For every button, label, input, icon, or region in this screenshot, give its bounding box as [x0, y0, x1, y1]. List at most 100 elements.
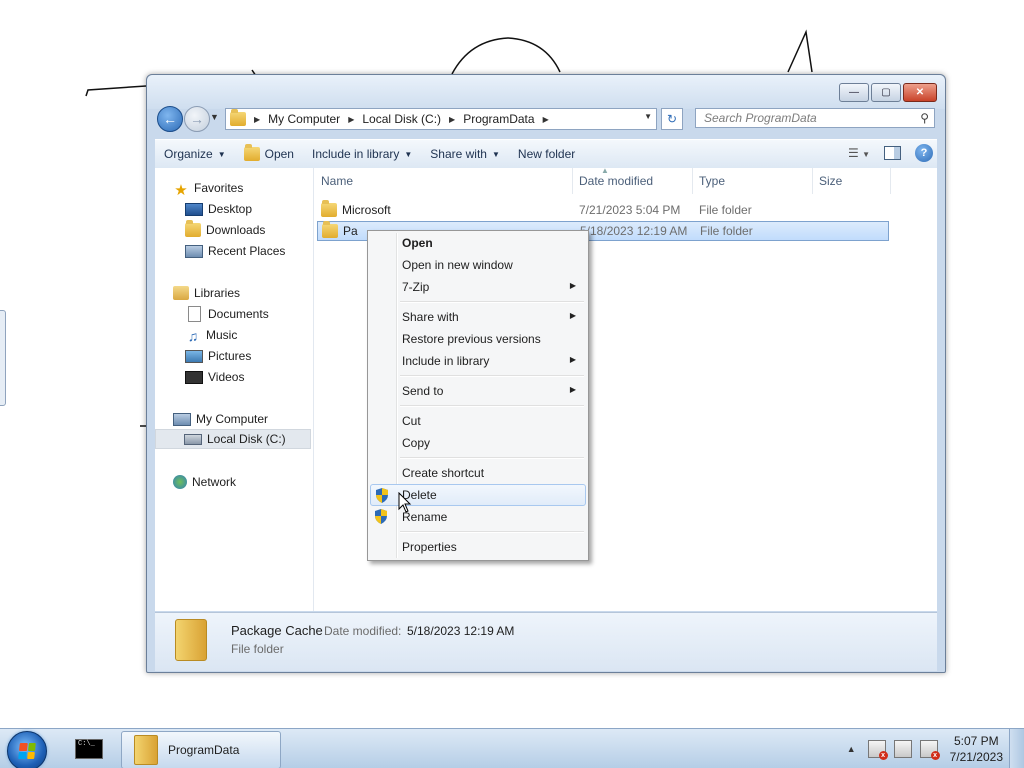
forward-button[interactable]: → — [184, 106, 210, 132]
submenu-arrow-icon: ▶ — [569, 281, 576, 290]
include-in-library-button[interactable]: Include in library ▼ — [303, 140, 421, 168]
nav-label: Favorites — [194, 181, 244, 195]
details-pane: Package Cache Date modified: 5/18/2023 1… — [155, 612, 937, 671]
recent-places-icon — [185, 244, 203, 258]
nav-libraries[interactable]: Libraries — [173, 283, 329, 303]
column-header-name[interactable]: Name — [315, 168, 573, 194]
menu-item-properties[interactable]: Properties — [370, 536, 586, 558]
details-modified-value: 5/18/2023 12:19 AM — [407, 624, 515, 638]
share-label: Share with — [430, 147, 487, 161]
new-folder-label: New folder — [517, 147, 576, 161]
start-button[interactable] — [7, 731, 47, 768]
nav-label: Downloads — [206, 223, 266, 237]
navigation-pane: ★ Favorites Desktop Downloads Recent Plac… — [155, 168, 314, 611]
uac-shield-icon — [375, 509, 387, 524]
menu-item-7zip[interactable]: 7-Zip ▶ — [370, 276, 586, 298]
taskbar-explorer-button[interactable]: ProgramData — [121, 731, 281, 768]
nav-favorites[interactable]: ★ Favorites — [173, 178, 329, 199]
details-modified-label: Date modified: — [324, 624, 402, 638]
menu-item-send-to[interactable]: Send to ▶ — [370, 380, 586, 402]
breadcrumb-local-disk[interactable]: Local Disk (C:) ▶ — [362, 112, 463, 126]
folder-icon — [134, 735, 158, 765]
nav-network[interactable]: Network — [173, 472, 329, 492]
show-desktop-button[interactable] — [1009, 729, 1024, 768]
column-header-type[interactable]: Type — [693, 168, 813, 194]
recent-pages-dropdown[interactable]: ▼ — [210, 112, 219, 122]
column-header-date[interactable]: Date modified — [573, 168, 693, 194]
search-icon[interactable]: ⚲ — [920, 111, 929, 125]
taskbar-cmd-button[interactable]: C:\_ — [66, 731, 112, 767]
action-center-flag-icon[interactable]: x — [867, 740, 888, 760]
include-label: Include in library — [311, 147, 400, 161]
address-bar[interactable]: ▶ My Computer ▶ Local Disk (C:) ▶ ProgramD… — [225, 108, 657, 130]
clock[interactable]: 5:07 PM 7/21/2023 — [950, 733, 1003, 765]
command-bar: Organize ▼ Open Include in library ▼ Share… — [155, 139, 937, 169]
menu-item-open[interactable]: Open — [370, 232, 586, 254]
star-icon: ★ — [174, 182, 188, 199]
breadcrumb-label: Local Disk (C:) — [362, 112, 442, 126]
menu-label: Create shortcut — [402, 466, 485, 480]
open-button[interactable]: Open — [235, 140, 303, 168]
menu-item-create-shortcut[interactable]: Create shortcut — [370, 462, 586, 484]
menu-item-open-new-window[interactable]: Open in new window — [370, 254, 586, 276]
view-controls: ☰ ▼ ? — [848, 144, 933, 162]
change-view-icon[interactable]: ☰ ▼ — [848, 146, 870, 160]
menu-label: Include in library — [402, 354, 490, 368]
menu-item-share-with[interactable]: Share with ▶ — [370, 306, 586, 328]
nav-local-disk[interactable]: Local Disk (C:) — [155, 429, 311, 449]
network-status-icon[interactable] — [893, 740, 912, 758]
nav-my-computer[interactable]: My Computer — [173, 409, 329, 429]
nav-label: Pictures — [208, 349, 252, 363]
help-icon[interactable]: ? — [915, 144, 933, 162]
menu-item-restore-previous-versions[interactable]: Restore previous versions — [370, 328, 586, 350]
breadcrumb-root-arrow[interactable]: ▶ — [252, 115, 268, 124]
mouse-pointer-icon — [398, 492, 412, 513]
minimize-button[interactable]: — — [839, 83, 869, 102]
menu-label: Properties — [402, 540, 457, 554]
submenu-arrow-icon: ▶ — [569, 385, 576, 394]
volume-muted-icon[interactable]: x — [919, 740, 940, 760]
preview-pane-icon[interactable] — [884, 146, 901, 160]
title-bar[interactable] — [147, 75, 945, 109]
menu-label: Open — [402, 236, 433, 250]
back-button[interactable]: ← — [157, 106, 183, 132]
file-name: Microsoft — [342, 203, 391, 217]
network-icon — [173, 475, 187, 489]
offscreen-window-edge[interactable] — [0, 310, 6, 406]
music-icon: ♫ — [187, 328, 199, 344]
refresh-button[interactable]: ↻ — [661, 108, 683, 130]
breadcrumb-my-computer[interactable]: My Computer ▶ — [268, 112, 362, 126]
menu-item-cut[interactable]: Cut — [370, 410, 586, 432]
menu-separator — [400, 531, 584, 533]
new-folder-button[interactable]: New folder — [509, 140, 584, 168]
share-with-button[interactable]: Share with ▼ — [421, 140, 509, 168]
documents-icon — [188, 306, 201, 322]
menu-separator — [400, 457, 584, 459]
chevron-down-icon: ▼ — [491, 149, 500, 159]
logo-pane — [19, 743, 28, 751]
column-header-size[interactable]: Size — [813, 168, 891, 194]
breadcrumb-label: ProgramData — [463, 112, 535, 126]
maximize-button[interactable]: ▢ — [871, 83, 901, 102]
breadcrumb-label: My Computer — [268, 112, 341, 126]
logo-pane — [18, 751, 27, 759]
nav-label: Recent Places — [208, 244, 286, 258]
breadcrumb-programdata[interactable]: ProgramData ▶ — [463, 112, 557, 126]
close-button[interactable]: ✕ — [903, 83, 937, 102]
folder-icon — [230, 109, 246, 126]
organize-button[interactable]: Organize ▼ — [155, 140, 235, 168]
menu-item-copy[interactable]: Copy — [370, 432, 586, 454]
error-badge-icon: x — [878, 751, 888, 760]
uac-shield-icon — [376, 488, 388, 503]
file-row[interactable]: Microsoft 7/21/2023 5:04 PM File folder — [317, 200, 889, 220]
address-dropdown-icon[interactable]: ▼ — [644, 112, 652, 121]
windows-logo-icon — [18, 743, 36, 759]
menu-separator — [400, 375, 584, 377]
nav-label: Desktop — [208, 202, 253, 216]
search-input[interactable]: Search ProgramData ⚲ — [695, 108, 935, 128]
clock-time: 5:07 PM — [953, 734, 999, 748]
show-hidden-icons-icon[interactable]: ▲ — [847, 744, 856, 754]
menu-item-include-in-library[interactable]: Include in library ▶ — [370, 350, 586, 372]
open-folder-icon — [243, 144, 260, 161]
clock-date: 7/21/2023 — [949, 750, 1003, 764]
